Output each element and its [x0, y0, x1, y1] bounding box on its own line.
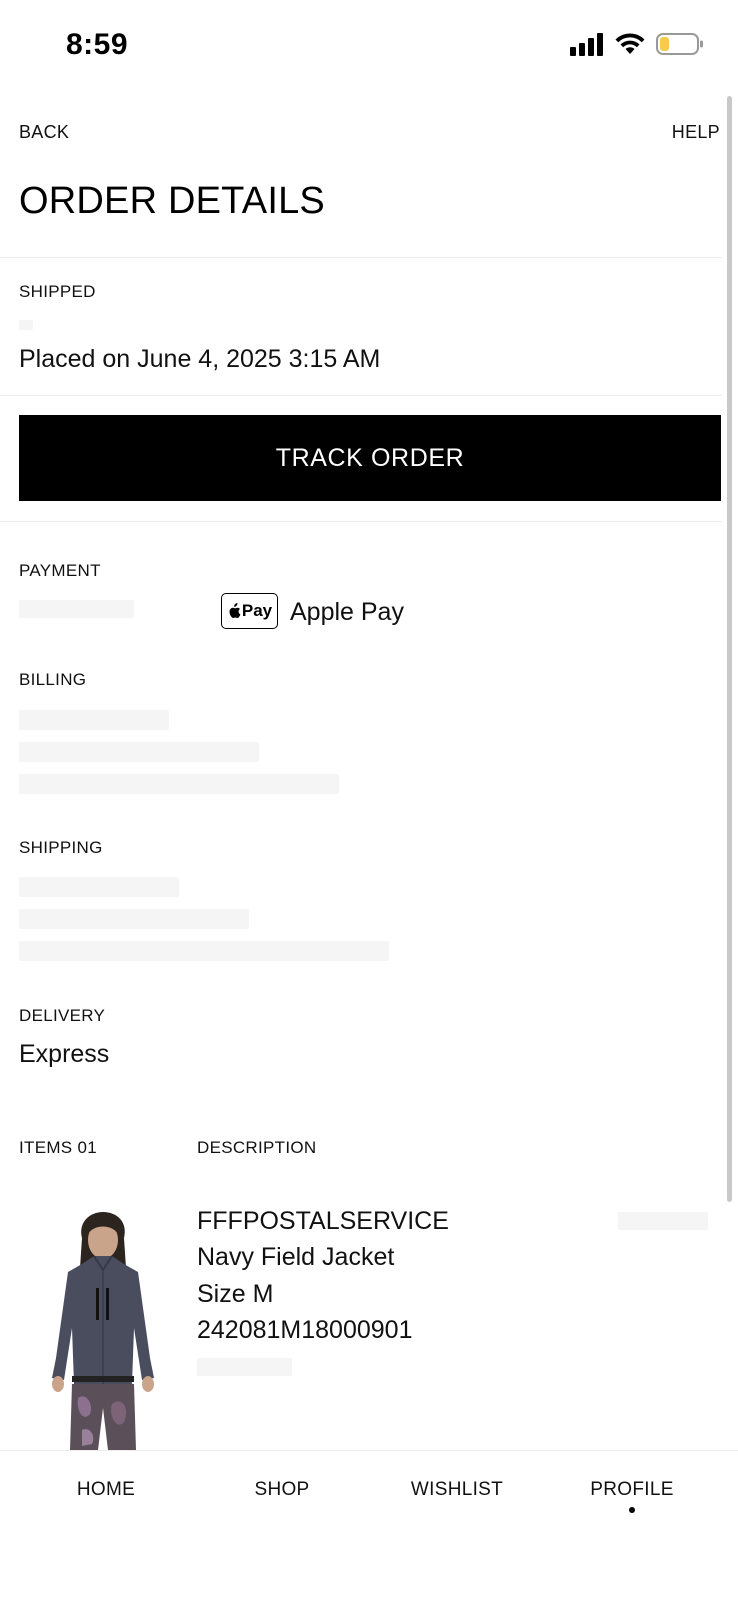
- product-size: Size M: [197, 1280, 274, 1308]
- back-button[interactable]: BACK: [19, 122, 69, 143]
- payment-label: PAYMENT: [19, 561, 101, 580]
- help-button[interactable]: HELP: [672, 122, 720, 143]
- shipping-label: SHIPPING: [19, 838, 103, 857]
- delivery-method: Express: [19, 1040, 110, 1068]
- redacted-payment-detail: [19, 600, 134, 618]
- track-order-button[interactable]: TRACK ORDER: [19, 415, 721, 501]
- redacted-shipping-line: [19, 877, 179, 897]
- scrollbar[interactable]: [727, 96, 732, 1202]
- page-title: ORDER DETAILS: [19, 180, 325, 222]
- nav-shop[interactable]: SHOP: [202, 1479, 362, 1501]
- nav-profile[interactable]: PROFILE: [552, 1479, 712, 1501]
- redacted-product-total: [618, 1212, 708, 1230]
- bottom-nav: HOME SHOP WISHLIST PROFILE: [0, 1450, 738, 1600]
- product-brand: FFFPOSTALSERVICE: [197, 1207, 449, 1235]
- nav-home[interactable]: HOME: [26, 1479, 186, 1501]
- redacted-billing-line: [19, 774, 339, 794]
- nav-wishlist[interactable]: WISHLIST: [377, 1479, 537, 1501]
- apple-pay-badge: Pay: [221, 593, 278, 629]
- product-image[interactable]: [38, 1208, 168, 1450]
- product-sku: 242081M18000901: [197, 1316, 413, 1344]
- redacted-shipping-line: [19, 941, 389, 961]
- apple-logo-icon: [229, 603, 241, 618]
- status-bar: 8:59: [0, 0, 738, 95]
- redacted-billing-line: [19, 742, 259, 762]
- order-status-label: SHIPPED: [19, 282, 96, 301]
- product-name: Navy Field Jacket: [197, 1243, 395, 1271]
- divider: [0, 395, 722, 396]
- cellular-signal-icon: [570, 32, 604, 56]
- delivery-label: DELIVERY: [19, 1006, 106, 1025]
- wifi-icon: [615, 33, 645, 54]
- status-time: 8:59: [66, 28, 129, 61]
- order-placed-date: Placed on June 4, 2025 3:15 AM: [19, 345, 381, 373]
- redacted-order-number: [19, 320, 33, 330]
- payment-method: Apple Pay: [290, 598, 404, 626]
- redacted-billing-line: [19, 710, 169, 730]
- apple-pay-badge-text: Pay: [241, 601, 273, 620]
- redacted-product-price: [197, 1358, 292, 1376]
- active-tab-indicator: [629, 1507, 635, 1513]
- redacted-shipping-line: [19, 909, 249, 929]
- description-label: DESCRIPTION: [197, 1138, 317, 1157]
- divider: [0, 257, 722, 258]
- items-count-label: ITEMS 01: [19, 1138, 97, 1157]
- battery-icon: [656, 33, 703, 55]
- billing-label: BILLING: [19, 670, 87, 689]
- status-icons: [570, 32, 704, 56]
- divider: [0, 521, 722, 522]
